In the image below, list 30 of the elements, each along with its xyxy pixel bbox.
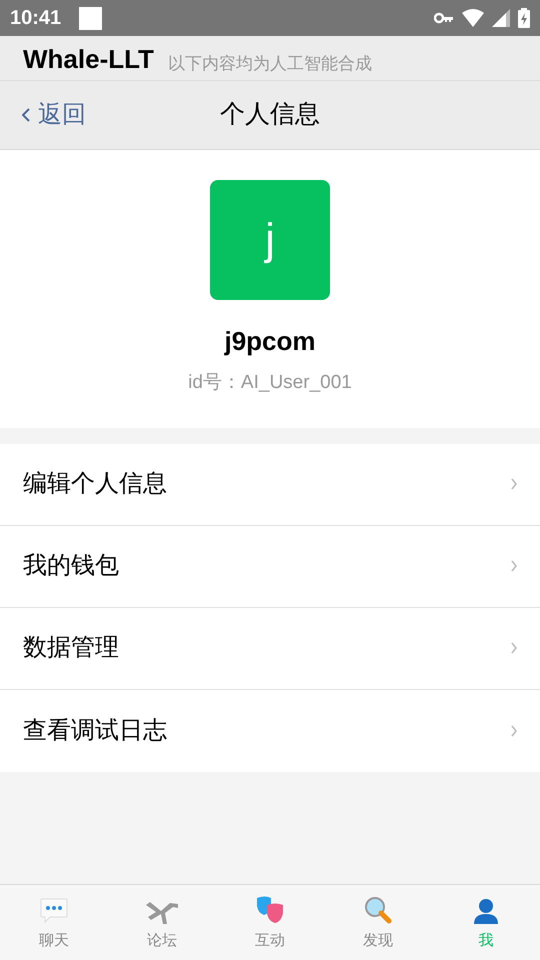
- tab[interactable]: 互动: [216, 885, 324, 960]
- tab[interactable]: 发现: [324, 885, 432, 960]
- tab[interactable]: 聊天: [0, 885, 108, 960]
- chevron-right-icon: [511, 642, 517, 654]
- app-subtitle: 以下内容均为人工智能合成: [168, 55, 372, 72]
- person-icon: [473, 898, 499, 924]
- menu-item[interactable]: 编辑个人信息: [0, 444, 540, 526]
- tab[interactable]: 论坛: [108, 885, 216, 960]
- chevron-right-icon: [511, 478, 517, 490]
- speech-bubble-icon: [40, 898, 68, 924]
- signal-icon: [492, 9, 510, 27]
- menu-item[interactable]: 查看调试日志: [0, 690, 540, 772]
- page-title: 个人信息: [220, 99, 320, 130]
- user-name: j9pcom: [224, 325, 316, 358]
- magnifier-icon: [364, 896, 392, 924]
- notification-icon: [79, 6, 102, 30]
- user-id: id号：AI_User_001: [188, 371, 352, 395]
- battery-icon: [518, 8, 530, 28]
- menu-item[interactable]: 数据管理: [0, 608, 540, 690]
- chevron-right-icon: [511, 560, 517, 572]
- bird-icon: [146, 900, 178, 924]
- app-title: Whale-LLT: [23, 46, 154, 72]
- key-icon: [434, 12, 454, 24]
- avatar: j: [210, 180, 330, 300]
- status-time: 10:41: [10, 6, 62, 31]
- wifi-icon: [462, 9, 484, 27]
- menu-item[interactable]: 我的钱包: [0, 526, 540, 608]
- chevron-left-icon: [22, 108, 30, 122]
- back-button[interactable]: 返回: [22, 97, 86, 133]
- chevron-right-icon: [511, 724, 517, 736]
